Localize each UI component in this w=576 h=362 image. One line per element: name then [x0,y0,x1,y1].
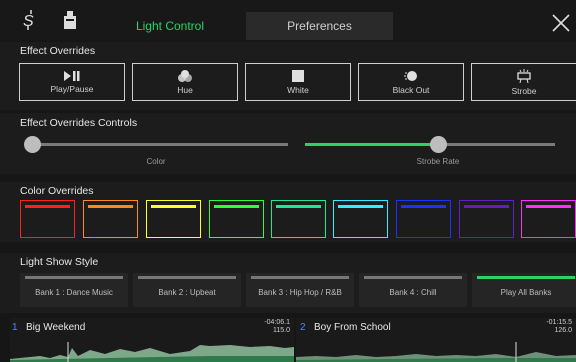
hue-label: Hue [177,84,193,95]
color-slider-knob[interactable] [24,136,41,153]
color-swatch-5[interactable] [271,200,326,238]
white-icon [292,69,304,82]
blackout-icon [404,70,417,81]
deck-1-number: 1 [12,322,18,333]
hue-icon [178,69,192,82]
color-swatch-8[interactable] [459,200,514,238]
deck-1[interactable]: 1 Big Weekend -04:06.1 115.0 [10,318,294,362]
black-out-label: Black Out [392,84,430,95]
bank-1-label: Bank 1 : Dance Music [35,288,113,297]
controller-icon[interactable] [58,8,82,32]
deck-2[interactable]: 2 Boy From School -01:15.5 126.0 [296,318,576,362]
hue-button[interactable]: Hue [132,63,238,101]
bank-4-label: Bank 4 : Chill [389,288,437,297]
white-button[interactable]: White [245,63,351,101]
bank-4-button[interactable]: Bank 4 : Chill [359,273,467,307]
tab-light-control[interactable]: Light Control [100,12,240,40]
strobe-rate-slider-label: Strobe Rate [416,157,460,166]
effect-overrides-title: Effect Overrides [20,45,96,57]
deck-2-title: Boy From School [314,322,391,333]
color-overrides-title: Color Overrides [20,185,94,197]
deck-1-waveform[interactable] [10,342,294,362]
strobe-label: Strobe [511,85,537,96]
color-swatch-6[interactable] [333,200,388,238]
deck-1-time: -04:06.1 115.0 [264,319,290,334]
color-swatch-3[interactable] [146,200,201,238]
color-swatch-7[interactable] [396,200,451,238]
deck-2-number: 2 [300,322,306,333]
tab-preferences[interactable]: Preferences [246,12,393,40]
color-swatch-2[interactable] [83,200,138,238]
bank-2-button[interactable]: Bank 2 : Upbeat [133,273,241,307]
strobe-icon [517,68,531,83]
deck-2-time: -01:15.5 126.0 [546,319,572,334]
white-label: White [287,84,309,95]
light-show-title: Light Show Style [20,256,99,268]
black-out-button[interactable]: Black Out [358,63,464,101]
color-swatch-4[interactable] [209,200,264,238]
close-icon[interactable] [550,12,572,34]
top-bar: S Light Control Preferences [0,0,576,40]
color-slider-label: Color [146,157,166,166]
deck-2-waveform[interactable] [296,342,576,362]
bank-3-button[interactable]: Bank 3 : Hip Hop / R&B [246,273,354,307]
play-all-banks-label: Play All Banks [500,288,552,297]
play-all-banks-button[interactable]: Play All Banks [472,273,576,307]
logo-icon[interactable]: S [18,8,42,32]
bank-1-button[interactable]: Bank 1 : Dance Music [20,273,128,307]
bank-2-label: Bank 2 : Upbeat [158,288,216,297]
color-swatch-9[interactable] [521,200,576,238]
bank-3-label: Bank 3 : Hip Hop / R&B [258,288,342,297]
play-pause-label: Play/Pause [50,83,94,94]
color-swatch-1[interactable] [20,200,75,238]
strobe-button[interactable]: Strobe [471,63,576,101]
strobe-rate-slider-knob[interactable] [430,136,447,153]
effect-controls-title: Effect Overrides Controls [20,117,138,129]
deck-1-title: Big Weekend [26,322,86,333]
play-pause-icon [64,70,80,81]
play-pause-button[interactable]: Play/Pause [19,63,125,101]
